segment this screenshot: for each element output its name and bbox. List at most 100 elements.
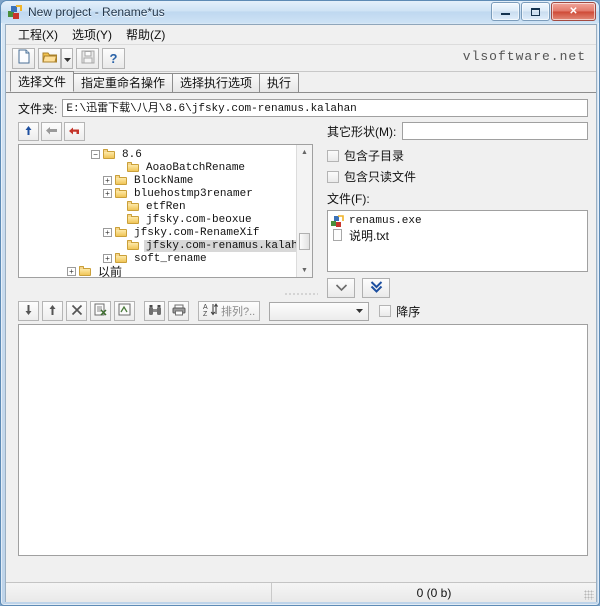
- save-project-button[interactable]: [76, 47, 99, 69]
- save-disk-icon: [81, 50, 95, 67]
- tree-node[interactable]: AoaoBatchRename: [19, 161, 312, 174]
- tree-node[interactable]: − 8.6: [19, 148, 312, 161]
- maximize-button[interactable]: [521, 2, 550, 21]
- go-back-button[interactable]: [41, 122, 62, 141]
- chevron-down-icon[interactable]: [352, 304, 367, 319]
- tree-node[interactable]: + BlockName: [19, 174, 312, 187]
- sort-button[interactable]: A Z 排列?..: [198, 301, 261, 321]
- menu-project[interactable]: 工程(X): [11, 24, 65, 45]
- mask-input[interactable]: [402, 122, 588, 140]
- menu-help[interactable]: 帮助(Z): [119, 24, 172, 45]
- tab-rename-actions[interactable]: 指定重命名操作: [73, 73, 174, 92]
- tree-node[interactable]: etfRen: [19, 200, 312, 213]
- folder-icon: [115, 188, 128, 199]
- include-readonly-row[interactable]: 包含只读文件: [327, 168, 588, 185]
- tree-node-selected[interactable]: jfsky.com-renamus.kalahan: [19, 239, 312, 252]
- svg-text:Z: Z: [203, 311, 208, 317]
- tree-scrollbar[interactable]: ▲ ▼: [296, 145, 312, 277]
- go-up-button[interactable]: [18, 122, 39, 141]
- up-arrow-icon: [23, 125, 34, 139]
- selected-files-list[interactable]: [18, 324, 588, 556]
- pane-splitter[interactable]: [6, 290, 596, 298]
- include-readonly-checkbox[interactable]: [327, 170, 339, 183]
- down-arrow-icon: [23, 304, 34, 319]
- edit-entry-button[interactable]: [114, 301, 135, 321]
- tree-node-label: jfsky.com-beoxue: [146, 213, 252, 226]
- application-window: New project - Rename*us ✕ 工程(X) 选项(Y) 帮助…: [0, 0, 600, 606]
- tab-page-select-files: 文件夹: E:\迅雷下载\八月\8.6\jfsky.com-renamus.ka…: [6, 93, 596, 602]
- tree-node-label: bluehostmp3renamer: [134, 187, 253, 200]
- descending-checkbox[interactable]: [379, 305, 392, 317]
- expand-icon[interactable]: +: [103, 176, 112, 185]
- left-arrow-icon: [45, 125, 58, 139]
- scroll-down-icon[interactable]: ▼: [297, 263, 312, 277]
- open-project-button[interactable]: [38, 47, 61, 69]
- include-subdirs-checkbox[interactable]: [327, 149, 339, 162]
- tree-node-label: jfsky.com-RenameXif: [134, 226, 260, 239]
- tree-node-label: etfRen: [146, 200, 186, 213]
- list-item[interactable]: 说明.txt: [331, 228, 587, 243]
- brand-label: vlsoftware.net: [462, 49, 586, 64]
- help-button[interactable]: ?: [102, 47, 125, 69]
- close-button[interactable]: ✕: [551, 2, 596, 21]
- tab-execute[interactable]: 执行: [259, 73, 300, 92]
- new-project-button[interactable]: [12, 47, 35, 69]
- window-controls: ✕: [490, 2, 596, 21]
- clear-list-icon: [94, 303, 107, 319]
- client-area: 工程(X) 选项(Y) 帮助(Z) ? vlsoftware.net 选择文件 …: [5, 24, 597, 602]
- remove-all-button[interactable]: [90, 301, 111, 321]
- sort-button-label: 排列?..: [221, 306, 256, 318]
- move-down-button[interactable]: [18, 301, 39, 321]
- tree-node[interactable]: + 以前: [19, 265, 312, 277]
- move-up-button[interactable]: [42, 301, 63, 321]
- descending-row[interactable]: 降序: [379, 303, 420, 320]
- splitter-grip: [284, 293, 318, 295]
- printer-icon: [172, 304, 186, 319]
- folder-tree[interactable]: − 8.6 AoaoBatchRename + BlockName + blue…: [18, 144, 313, 278]
- exe-icon: [331, 214, 345, 228]
- folder-icon: [127, 201, 140, 212]
- svg-text:A: A: [203, 304, 208, 311]
- menu-options[interactable]: 选项(Y): [65, 24, 119, 45]
- include-subdirs-label: 包含子目录: [344, 149, 405, 163]
- tree-node-label: 8.6: [122, 148, 142, 161]
- menu-bar: 工程(X) 选项(Y) 帮助(Z): [6, 25, 596, 45]
- scrollbar-thumb[interactable]: [299, 233, 310, 250]
- tab-select-files[interactable]: 选择文件: [10, 71, 75, 92]
- question-mark-icon: ?: [109, 50, 118, 66]
- expand-icon[interactable]: +: [67, 267, 76, 276]
- tree-node-label: soft_rename: [134, 252, 207, 265]
- tree-node[interactable]: + bluehostmp3renamer: [19, 187, 312, 200]
- expand-icon[interactable]: +: [103, 254, 112, 263]
- tab-exec-options[interactable]: 选择执行选项: [172, 73, 261, 92]
- refresh-button[interactable]: [64, 122, 85, 141]
- folder-icon: [127, 214, 140, 225]
- title-bar: New project - Rename*us ✕: [1, 1, 599, 23]
- tree-node-list: − 8.6 AoaoBatchRename + BlockName + blue…: [19, 145, 312, 277]
- file-name: renamus.exe: [349, 215, 422, 227]
- scroll-up-icon[interactable]: ▲: [297, 145, 312, 159]
- collapse-icon[interactable]: −: [91, 150, 100, 159]
- expand-icon[interactable]: +: [103, 189, 112, 198]
- include-subdirs-row[interactable]: 包含子目录: [327, 147, 588, 164]
- window-title: New project - Rename*us: [28, 5, 165, 19]
- binoculars-icon: [148, 304, 162, 319]
- print-button[interactable]: [168, 301, 189, 321]
- minimize-button[interactable]: [491, 2, 520, 21]
- remove-button[interactable]: [66, 301, 87, 321]
- open-dropdown-button[interactable]: [61, 47, 73, 69]
- main-toolbar: ? vlsoftware.net: [6, 45, 596, 72]
- sort-field-combo[interactable]: [269, 301, 370, 321]
- folder-label: 文件夹:: [18, 101, 58, 116]
- tree-node[interactable]: jfsky.com-beoxue: [19, 213, 312, 226]
- tree-node[interactable]: + jfsky.com-RenameXif: [19, 226, 312, 239]
- folder-path-input[interactable]: E:\迅雷下载\八月\8.6\jfsky.com-renamus.kalahan: [62, 99, 588, 117]
- folder-icon: [79, 266, 92, 277]
- resize-grip[interactable]: [584, 590, 594, 600]
- tree-node[interactable]: + soft_rename: [19, 252, 312, 265]
- descending-label: 降序: [396, 304, 421, 319]
- folder-icon: [127, 240, 140, 251]
- file-list[interactable]: renamus.exe 说明.txt: [327, 210, 588, 272]
- expand-icon[interactable]: +: [103, 228, 112, 237]
- find-button[interactable]: [144, 301, 165, 321]
